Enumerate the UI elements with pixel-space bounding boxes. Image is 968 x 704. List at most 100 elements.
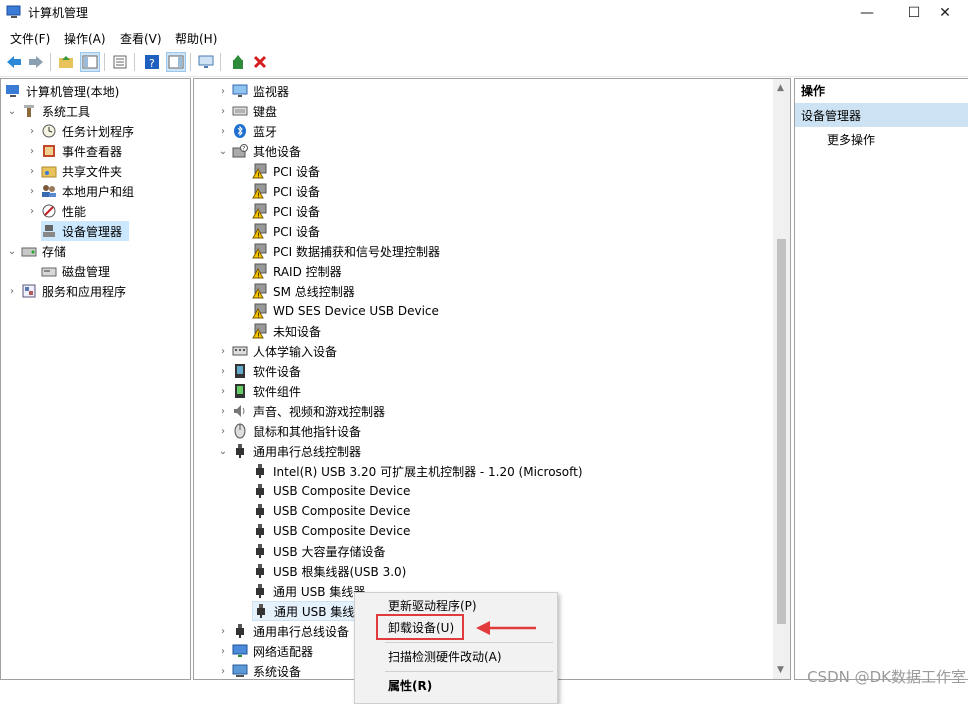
title-bar: 计算机管理 — ☐ ✕ (0, 0, 968, 26)
tree-item-device-manager[interactable]: 设备管理器 (41, 221, 129, 241)
uninstall-x-icon[interactable] (250, 52, 270, 72)
chevron-down-icon[interactable]: ⌄ (218, 446, 228, 457)
chevron-right-icon[interactable]: › (218, 366, 228, 377)
device-tree-item[interactable]: 通用 USB 集线器 (252, 581, 365, 601)
window-title: 计算机管理 (28, 6, 89, 20)
device-tree-item[interactable]: › 软件组件 (218, 381, 301, 401)
device-tree-item[interactable]: › 监视器 (218, 81, 289, 101)
tree-item-performance[interactable]: › 性能 (27, 201, 86, 221)
chevron-down-icon[interactable]: ⌄ (7, 106, 17, 117)
device-tree-item[interactable]: ! SM 总线控制器 (252, 281, 355, 301)
more-actions-link[interactable]: 更多操作 (827, 131, 875, 148)
device-tree-label: 软件组件 (253, 384, 302, 399)
show-hide-tree-icon[interactable] (80, 52, 100, 72)
device-tree-item[interactable]: ! RAID 控制器 (252, 261, 342, 281)
chevron-right-icon[interactable]: › (218, 86, 228, 97)
tree-item-label: 性能 (62, 204, 87, 219)
tree-item-services-apps[interactable]: › 服务和应用程序 (7, 281, 126, 301)
device-tree-item[interactable]: USB Composite Device (252, 501, 410, 521)
chevron-right-icon[interactable]: › (27, 206, 37, 217)
vertical-scrollbar[interactable]: ▲ ▼ (773, 79, 790, 679)
back-icon[interactable] (4, 52, 24, 72)
chevron-right-icon[interactable]: › (27, 186, 37, 197)
forward-icon[interactable] (26, 52, 46, 72)
device-tree-pane: › 监视器 › 键盘 › 蓝牙 ⌄? 其他设备! PCI 设备! PCI 设备! PCI 设备! PC… (193, 78, 791, 680)
device-tree-item[interactable]: ! PCI 设备 (252, 181, 320, 201)
device-tree-item[interactable]: › 键盘 (218, 101, 277, 121)
chevron-right-icon[interactable]: › (218, 406, 228, 417)
chevron-right-icon[interactable]: › (218, 346, 228, 357)
close-button[interactable]: ✕ (922, 0, 968, 26)
disk-icon (41, 263, 57, 279)
chevron-right-icon[interactable]: › (218, 386, 228, 397)
tree-item-local-users[interactable]: › 本地用户和组 (27, 181, 134, 201)
device-tree-label: USB Composite Device (273, 484, 411, 498)
event-viewer-icon (41, 143, 57, 159)
tree-item-computer-management[interactable]: 计算机管理(本地) (5, 81, 119, 101)
scroll-down-icon[interactable]: ▼ (777, 665, 784, 675)
device-tree-item[interactable]: ! PCI 设备 (252, 221, 320, 241)
device-tree-item[interactable]: › 鼠标和其他指针设备 (218, 421, 361, 441)
actions-header: 操作 (801, 83, 826, 98)
tree-item-storage[interactable]: ⌄ 存储 (7, 241, 66, 261)
chevron-right-icon[interactable]: › (7, 286, 17, 297)
chevron-right-icon[interactable]: › (27, 166, 37, 177)
chevron-right-icon[interactable]: › (218, 626, 228, 637)
device-tree-item[interactable]: USB 大容量存储设备 (252, 541, 385, 561)
device-tree-item[interactable]: ! PCI 设备 (252, 201, 320, 221)
actions-section-device-manager[interactable]: 设备管理器 (795, 103, 968, 127)
help-icon[interactable]: ? (142, 52, 162, 72)
device-tree-label: 未知设备 (273, 324, 322, 339)
tree-item-event-viewer[interactable]: › 事件查看器 (27, 141, 122, 161)
chevron-down-icon[interactable]: ⌄ (218, 146, 228, 157)
scroll-up-icon[interactable]: ▲ (777, 83, 784, 93)
chevron-right-icon[interactable]: › (218, 666, 228, 677)
device-tree-item[interactable]: ! PCI 数据捕获和信号处理控制器 (252, 241, 440, 261)
device-tree-item[interactable]: › 声音、视频和游戏控制器 (218, 401, 385, 421)
chevron-right-icon[interactable]: › (27, 146, 37, 157)
usb-icon (252, 563, 268, 579)
device-tree-item[interactable]: ⌄? 其他设备 (218, 141, 301, 161)
device-tree-item[interactable]: USB Composite Device (252, 521, 410, 541)
device-tree-item[interactable]: ! PCI 设备 (252, 161, 320, 181)
device-tree-item[interactable]: › 系统设备 (218, 661, 301, 679)
warning-device-icon: ! (252, 163, 268, 179)
properties-icon[interactable] (110, 52, 130, 72)
device-tree-item[interactable]: USB 根集线器(USB 3.0) (252, 561, 406, 581)
device-tree-item[interactable]: › 网络适配器 (218, 641, 313, 661)
device-tree-item[interactable]: ! 未知设备 (252, 321, 321, 341)
device-tree-label: 声音、视频和游戏控制器 (253, 404, 386, 419)
device-tree-item[interactable]: › 蓝牙 (218, 121, 277, 141)
device-tree-label: 人体学输入设备 (253, 344, 338, 359)
device-tree-item[interactable]: Intel(R) USB 3.20 可扩展主机控制器 - 1.20 (Micro… (252, 461, 583, 481)
scrollbar-thumb[interactable] (777, 239, 786, 624)
menu-help[interactable]: 帮助(H) (175, 30, 217, 47)
menu-update-driver[interactable]: 更新驱动程序(P) (355, 594, 555, 616)
chevron-right-icon[interactable]: › (218, 126, 228, 137)
menu-scan-hardware[interactable]: 扫描检测硬件改动(A) (355, 645, 555, 667)
menu-view[interactable]: 查看(V) (120, 30, 162, 47)
chevron-right-icon[interactable]: › (27, 126, 37, 137)
chevron-down-icon[interactable]: ⌄ (7, 246, 17, 257)
update-driver-icon[interactable] (228, 52, 248, 72)
device-tree-item[interactable]: 通用 USB 集线器 (252, 601, 370, 621)
scan-hardware-icon[interactable] (196, 52, 216, 72)
menu-file[interactable]: 文件(F) (10, 30, 50, 47)
tree-item-task-scheduler[interactable]: › 任务计划程序 (27, 121, 134, 141)
device-tree-item[interactable]: › 软件设备 (218, 361, 301, 381)
tree-item-shared-folders[interactable]: › 共享文件夹 (27, 161, 122, 181)
device-tree-item[interactable]: USB Composite Device (252, 481, 410, 501)
chevron-right-icon[interactable]: › (218, 106, 228, 117)
up-folder-icon[interactable] (56, 52, 76, 72)
device-tree-item[interactable]: › 人体学输入设备 (218, 341, 337, 361)
chevron-right-icon[interactable]: › (218, 426, 228, 437)
show-action-pane-icon[interactable] (166, 52, 186, 72)
device-tree-item[interactable]: › 通用串行总线设备 (218, 621, 349, 641)
menu-action[interactable]: 操作(A) (64, 30, 106, 47)
tree-item-system-tools[interactable]: ⌄ 系统工具 (7, 101, 90, 121)
chevron-right-icon[interactable]: › (218, 646, 228, 657)
device-tree-item[interactable]: ! WD SES Device USB Device (252, 301, 439, 321)
minimize-button[interactable]: — (844, 0, 890, 26)
device-tree-item[interactable]: ⌄ 通用串行总线控制器 (218, 441, 361, 461)
tree-item-disk-management[interactable]: 磁盘管理 (41, 261, 110, 281)
